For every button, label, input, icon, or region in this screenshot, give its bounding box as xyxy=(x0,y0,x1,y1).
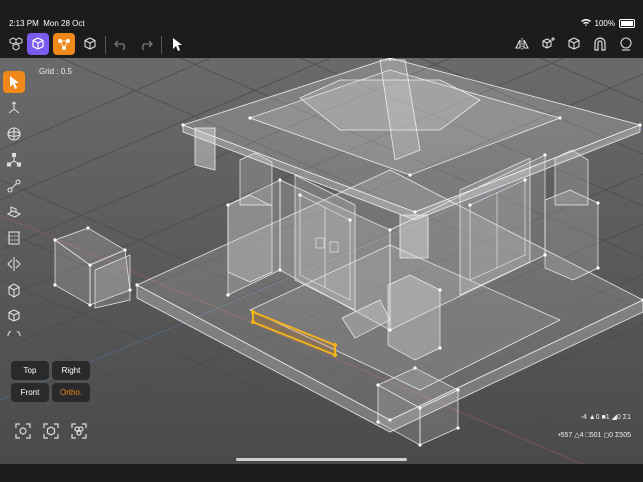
focus-object-button[interactable] xyxy=(40,421,62,441)
toolbar-divider xyxy=(161,36,162,54)
more-tool[interactable] xyxy=(3,331,25,341)
select-cursor-button[interactable] xyxy=(166,33,188,55)
scale-tool[interactable] xyxy=(3,149,25,171)
redo-button[interactable] xyxy=(135,33,157,55)
3d-viewport[interactable] xyxy=(0,58,643,464)
add-primitive-button[interactable] xyxy=(537,33,559,55)
view-top-button[interactable]: Top xyxy=(11,361,49,380)
focus-object-icon xyxy=(43,423,59,439)
redo-icon xyxy=(142,40,153,51)
mirror-icon xyxy=(515,38,529,50)
grid-size-label: Grid : 0.5 xyxy=(39,67,72,76)
loop-cut-icon xyxy=(8,231,20,245)
status-time: 2:13 PM Mon 28 Oct xyxy=(9,19,85,28)
focus-all-button[interactable] xyxy=(68,421,90,441)
objects-mode-button[interactable] xyxy=(5,33,27,55)
extrude-tool[interactable] xyxy=(3,201,25,223)
vertex-mode-button[interactable] xyxy=(53,33,75,55)
home-indicator[interactable] xyxy=(236,458,407,461)
wifi-icon xyxy=(580,18,591,28)
move-tool[interactable] xyxy=(3,97,25,119)
more-icon xyxy=(7,331,21,337)
battery-percent: 100% xyxy=(594,18,615,28)
cursor-icon xyxy=(10,76,19,89)
select-tool[interactable] xyxy=(3,71,25,93)
view-ortho-button[interactable]: Ortho. xyxy=(52,383,90,402)
rotate-tool[interactable] xyxy=(3,123,25,145)
undo-icon xyxy=(114,40,125,51)
view-front-button[interactable]: Front xyxy=(11,383,49,402)
mesh-stats: •557 △4 □501 ◻0 Σ505 xyxy=(558,432,631,439)
wireframe-button[interactable] xyxy=(79,33,101,55)
battery-icon xyxy=(619,18,635,28)
cursor-icon xyxy=(173,38,182,51)
view-right-button[interactable]: Right xyxy=(52,361,90,380)
scene-canvas[interactable] xyxy=(0,58,643,464)
rotate-sphere-icon xyxy=(7,127,21,141)
bevel-icon xyxy=(8,283,20,298)
loop-cut-tool[interactable] xyxy=(3,227,25,249)
top-toolbar xyxy=(0,32,643,58)
object-mode-button[interactable] xyxy=(27,33,49,55)
move-axes-icon xyxy=(8,101,20,114)
settings-icon xyxy=(620,37,632,51)
status-bar: 2:13 PM Mon 28 Oct 100% xyxy=(0,0,643,32)
toolbar-divider xyxy=(105,36,106,54)
magnet-icon xyxy=(594,37,606,51)
edge-icon xyxy=(7,179,21,193)
undo-button[interactable] xyxy=(110,33,132,55)
view-cube-button[interactable] xyxy=(563,33,585,55)
wire-cube-icon xyxy=(84,37,96,50)
cube-icon xyxy=(8,309,20,322)
status-date: Mon 28 Oct xyxy=(43,19,85,28)
left-tool-palette xyxy=(3,71,25,345)
mirror-tool-icon xyxy=(7,257,21,271)
mirror-button[interactable] xyxy=(511,33,533,55)
focus-all-icon xyxy=(71,423,87,439)
selection-stats: -4 ▲0 ■1 ◢0 Σ1 xyxy=(580,414,631,421)
settings-button[interactable] xyxy=(615,33,637,55)
edge-tool[interactable] xyxy=(3,175,25,197)
cube-plus-icon xyxy=(542,37,555,49)
vertices-icon xyxy=(58,39,70,50)
cube-icon xyxy=(32,37,44,50)
cube-tool[interactable] xyxy=(3,305,25,327)
cube-icon xyxy=(568,37,580,50)
focus-selection-icon xyxy=(15,423,31,439)
three-cubes-icon xyxy=(9,37,23,51)
status-right: 100% xyxy=(580,18,635,28)
magnet-snap-button[interactable] xyxy=(589,33,611,55)
extrude-icon xyxy=(6,206,22,218)
bottom-bar xyxy=(0,464,643,482)
bevel-tool[interactable] xyxy=(3,279,25,301)
focus-selection-button[interactable] xyxy=(12,421,34,441)
mirror-tool[interactable] xyxy=(3,253,25,275)
scale-axes-icon xyxy=(6,152,22,167)
